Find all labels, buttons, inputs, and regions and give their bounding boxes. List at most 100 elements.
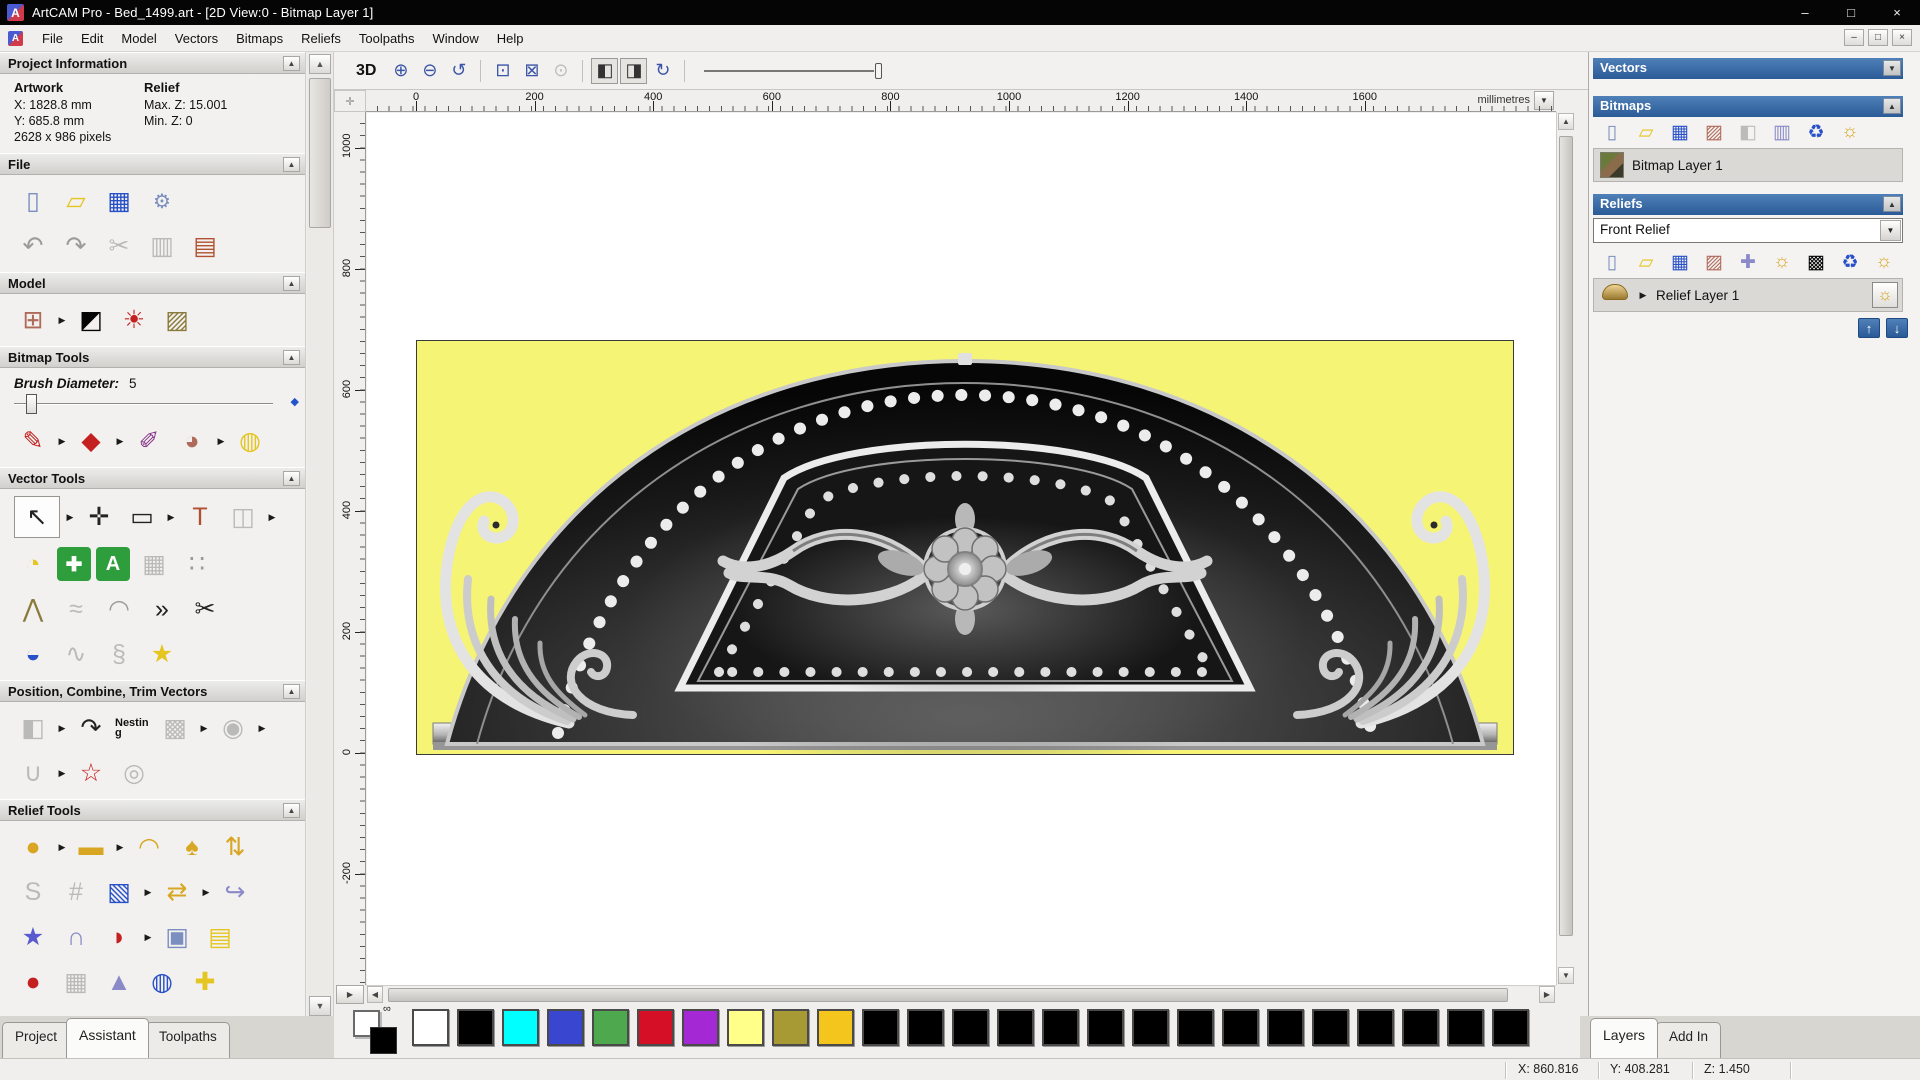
flyout-arrow-icon[interactable]: ▶ bbox=[201, 887, 211, 898]
child-close-button[interactable]: × bbox=[1892, 29, 1912, 46]
assistant-scrollbar[interactable]: ▲ ▼ bbox=[307, 52, 334, 1018]
relief-tool-icon[interactable]: ▲ bbox=[100, 963, 138, 1001]
zoom-previous-icon[interactable]: ↺ bbox=[445, 58, 472, 84]
flyout-arrow-icon[interactable]: ▶ bbox=[57, 723, 67, 734]
collapse-bitmaps-icon[interactable]: ▲ bbox=[1883, 98, 1901, 114]
scroll-right-button[interactable]: ▶ bbox=[1539, 986, 1555, 1003]
relief-tool-icon[interactable]: ◍ bbox=[143, 963, 181, 1001]
maximize-button[interactable]: □ bbox=[1828, 0, 1874, 25]
text-on-curve-icon[interactable]: ↷ bbox=[72, 709, 110, 747]
save-bitmap-icon[interactable]: ▦ bbox=[1663, 119, 1697, 145]
close-button[interactable]: × bbox=[1874, 0, 1920, 25]
zoom-box-icon[interactable]: ⊡ bbox=[489, 58, 516, 84]
new-relief-layer-icon[interactable]: ▯ bbox=[1595, 249, 1629, 275]
set-model-size-icon[interactable]: ⊞ bbox=[14, 301, 52, 339]
block-copy-icon[interactable]: ▩ bbox=[156, 709, 194, 747]
colour-swatch[interactable] bbox=[727, 1009, 764, 1046]
undo-icon[interactable]: ↶ bbox=[14, 227, 52, 265]
flyout-arrow-icon[interactable]: ▶ bbox=[166, 512, 176, 523]
colour-swatch[interactable] bbox=[1402, 1009, 1439, 1046]
collapse-section-button[interactable]: ▲ bbox=[283, 471, 300, 486]
edit-curve-icon[interactable]: ∿ bbox=[57, 635, 95, 673]
zoom-in-icon[interactable]: ⊕ bbox=[387, 58, 414, 84]
flyout-arrow-icon[interactable]: ▶ bbox=[143, 887, 153, 898]
clear-bitmap-icon[interactable]: ▨ bbox=[158, 301, 196, 339]
current-colours-widget[interactable]: ∞ bbox=[353, 1005, 405, 1057]
cut-icon[interactable]: ✂ bbox=[100, 227, 138, 265]
collapse-section-button[interactable]: ▲ bbox=[283, 803, 300, 818]
extrude-relief-icon[interactable]: ▬ bbox=[72, 828, 110, 866]
vector-wizard-icon[interactable]: ★ bbox=[143, 635, 181, 673]
colour-swatch[interactable] bbox=[1087, 1009, 1124, 1046]
flyout-arrow-icon[interactable]: ▶ bbox=[216, 436, 226, 447]
link-colours-icon[interactable]: ∞ bbox=[383, 1003, 391, 1015]
flyout-arrow-icon[interactable]: ▶ bbox=[57, 436, 67, 447]
measure-icon[interactable]: ◔ bbox=[14, 545, 52, 583]
opacity-slider[interactable] bbox=[704, 61, 874, 81]
tab-layers[interactable]: Layers bbox=[1590, 1018, 1658, 1058]
flyout-arrow-icon[interactable]: ▶ bbox=[65, 512, 75, 523]
vector-text-icon[interactable]: A bbox=[96, 547, 130, 581]
colour-swatch[interactable] bbox=[1357, 1009, 1394, 1046]
slider-track[interactable] bbox=[704, 70, 874, 72]
flyout-arrow-icon[interactable]: ▶ bbox=[115, 842, 125, 853]
save-relief-icon[interactable]: ▦ bbox=[1663, 249, 1697, 275]
colour-swatch[interactable] bbox=[1132, 1009, 1169, 1046]
new-bitmap-layer-icon[interactable]: ▯ bbox=[1595, 119, 1629, 145]
new-model-icon[interactable]: ▯ bbox=[14, 182, 52, 220]
menu-vectors[interactable]: Vectors bbox=[166, 27, 227, 50]
two-rail-sweep-icon[interactable]: ♠ bbox=[173, 828, 211, 866]
slider-track[interactable] bbox=[14, 403, 273, 405]
lighting-icon[interactable]: ☀ bbox=[115, 301, 153, 339]
relief-visibility-icon[interactable]: ☼ bbox=[1765, 249, 1799, 275]
relief-layer-row[interactable]: ▶ Relief Layer 1 ☼ bbox=[1593, 278, 1903, 312]
slider-handle[interactable] bbox=[26, 394, 37, 414]
colour-swatch[interactable] bbox=[1447, 1009, 1484, 1046]
flyout-arrow-icon[interactable]: ▶ bbox=[143, 932, 153, 943]
colour-swatch[interactable] bbox=[1177, 1009, 1214, 1046]
menu-window[interactable]: Window bbox=[424, 27, 488, 50]
menu-file[interactable]: File bbox=[33, 27, 72, 50]
options-icon[interactable]: ⚙ bbox=[143, 182, 181, 220]
offset-relief-icon[interactable]: ↪ bbox=[216, 873, 254, 911]
rotate-view-icon[interactable]: ↻ bbox=[649, 58, 676, 84]
move-layer-down-icon[interactable]: ↓ bbox=[1886, 318, 1908, 338]
colour-swatch[interactable] bbox=[952, 1009, 989, 1046]
save-model-icon[interactable]: ▦ bbox=[100, 182, 138, 220]
bitmap-layer-name[interactable]: Bitmap Layer 1 bbox=[1632, 158, 1723, 173]
merge-relief-icon[interactable]: ⇅ bbox=[216, 828, 254, 866]
bitmap-layer-row[interactable]: Bitmap Layer 1 bbox=[1593, 148, 1903, 182]
bitmap-texture-icon[interactable]: ▨ bbox=[1697, 119, 1731, 145]
greyscale-preview-icon[interactable]: ▩ bbox=[1799, 249, 1833, 275]
paint-icon[interactable]: ✎ bbox=[14, 422, 52, 460]
toggle-all-reliefs-icon[interactable]: ☼ bbox=[1867, 249, 1901, 275]
scrollbar-thumb[interactable] bbox=[388, 988, 1508, 1002]
colour-swatch[interactable] bbox=[1492, 1009, 1529, 1046]
copy-bitmap-layer-icon[interactable]: ▥ bbox=[1765, 119, 1799, 145]
menu-model[interactable]: Model bbox=[112, 27, 165, 50]
redo-icon[interactable]: ↷ bbox=[57, 227, 95, 265]
colour-swatch[interactable] bbox=[637, 1009, 674, 1046]
flyout-arrow-icon[interactable]: ▶ bbox=[57, 315, 67, 326]
collapse-section-button[interactable]: ▲ bbox=[283, 276, 300, 291]
paste-along-curve-icon[interactable]: ∷ bbox=[178, 545, 216, 583]
colour-swatch[interactable] bbox=[817, 1009, 854, 1046]
fit-curve-icon[interactable]: ≈ bbox=[57, 590, 95, 628]
bitmap-gradient-icon[interactable]: ◧ bbox=[1731, 119, 1765, 145]
paste-icon[interactable]: ▤ bbox=[186, 227, 224, 265]
colour-swatch[interactable] bbox=[1312, 1009, 1349, 1046]
menu-help[interactable]: Help bbox=[488, 27, 533, 50]
weave-wizard-icon[interactable]: # bbox=[57, 873, 95, 911]
filter-vectors-icon[interactable]: ▼ bbox=[1883, 60, 1901, 76]
turn-segment-icon[interactable]: ◗ bbox=[100, 918, 138, 956]
open-bitmap-icon[interactable]: ▱ bbox=[1629, 119, 1663, 145]
scroll-left-button[interactable]: ◀ bbox=[367, 986, 383, 1003]
child-minimize-button[interactable]: – bbox=[1844, 29, 1864, 46]
mirror-vectors-icon[interactable]: ◫ bbox=[224, 498, 262, 536]
minimize-button[interactable]: – bbox=[1782, 0, 1828, 25]
relief-artwork-image[interactable] bbox=[416, 340, 1514, 755]
next-view-icon[interactable]: ◨ bbox=[620, 58, 647, 84]
colour-swatch[interactable] bbox=[457, 1009, 494, 1046]
collapse-section-button[interactable]: ▲ bbox=[283, 350, 300, 365]
colour-swatch[interactable] bbox=[592, 1009, 629, 1046]
